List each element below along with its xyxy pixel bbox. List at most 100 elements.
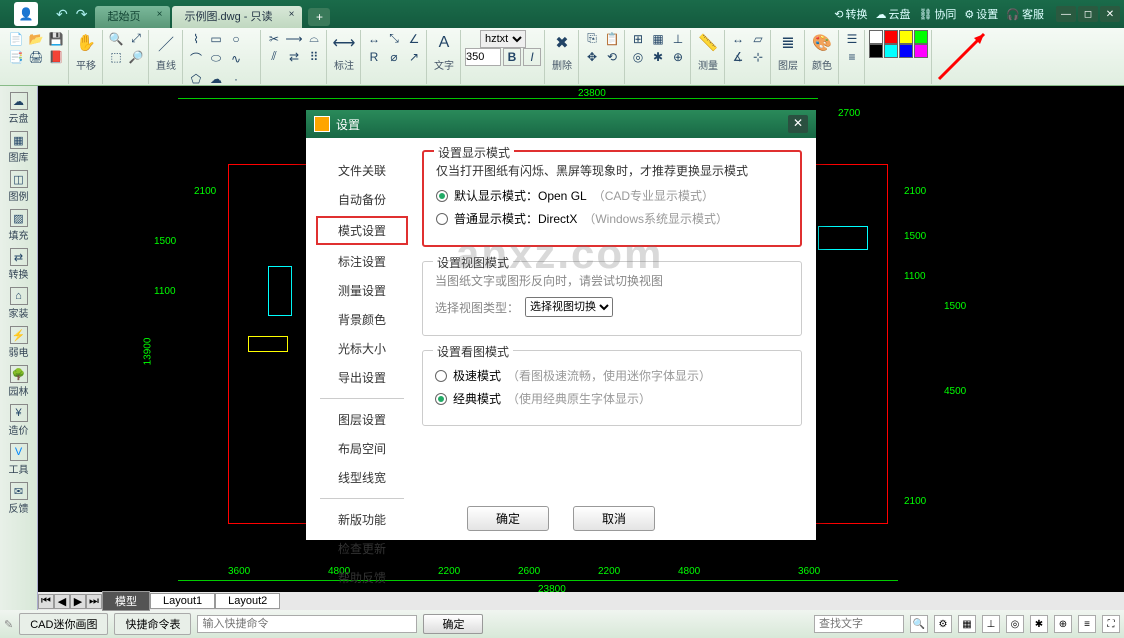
side-elec[interactable]: ⚡弱电 bbox=[2, 324, 36, 361]
nav-cursor[interactable]: 光标大小 bbox=[316, 336, 408, 361]
color-wheel-icon[interactable]: 🎨 bbox=[809, 30, 835, 56]
font-name-select[interactable]: hztxt bbox=[480, 30, 526, 48]
radio-classic[interactable] bbox=[435, 393, 447, 405]
dialog-titlebar[interactable]: 设置 ✕ bbox=[306, 110, 816, 138]
offset-icon[interactable]: ⫽ bbox=[265, 48, 283, 66]
polyline-icon[interactable]: ⌇ bbox=[187, 30, 205, 48]
tab-start[interactable]: 起始页× bbox=[95, 6, 170, 28]
side-tool[interactable]: V工具 bbox=[2, 441, 36, 478]
font-size-input[interactable] bbox=[465, 48, 501, 66]
paste-icon[interactable]: 📋 bbox=[603, 30, 621, 48]
grid-icon[interactable]: ▦ bbox=[958, 615, 976, 633]
grid-icon[interactable]: ▦ bbox=[649, 30, 667, 48]
nav-backup[interactable]: 自动备份 bbox=[316, 187, 408, 212]
save-icon[interactable]: 💾 bbox=[47, 30, 65, 48]
layer-icon[interactable]: ≣ bbox=[775, 30, 801, 56]
zoom-out-icon[interactable]: 🔎 bbox=[127, 48, 145, 66]
nav-linew[interactable]: 线型线宽 bbox=[316, 465, 408, 490]
nav-check[interactable]: 检查更新 bbox=[316, 536, 408, 561]
cancel-button[interactable]: 取消 bbox=[573, 506, 655, 531]
tab-document[interactable]: 示例图.dwg - 只读× bbox=[172, 6, 302, 28]
new-icon[interactable]: 📄 bbox=[7, 30, 25, 48]
tab-model[interactable]: 模型 bbox=[102, 591, 150, 611]
line-icon[interactable]: ／ bbox=[153, 30, 179, 56]
color-swatch[interactable] bbox=[884, 44, 898, 58]
nav-mode[interactable]: 模式设置 bbox=[316, 216, 408, 245]
zoom-window-icon[interactable]: ⬚ bbox=[107, 48, 125, 66]
osnap-icon[interactable]: ◎ bbox=[629, 48, 647, 66]
nav-layer[interactable]: 图层设置 bbox=[316, 407, 408, 432]
nav-annot[interactable]: 标注设置 bbox=[316, 249, 408, 274]
tab-next-icon[interactable]: ▶ bbox=[70, 594, 86, 609]
zoom-fit-icon[interactable]: ⤢ bbox=[127, 30, 145, 48]
link-service[interactable]: 🎧 客服 bbox=[1006, 6, 1044, 22]
polar-icon[interactable]: ✱ bbox=[1030, 615, 1048, 633]
open-icon[interactable]: 📂 bbox=[27, 30, 45, 48]
arc-icon[interactable]: ⌒ bbox=[187, 50, 205, 68]
ok-button[interactable]: 确定 bbox=[423, 614, 483, 634]
redo-icon[interactable]: ↷ bbox=[76, 6, 88, 23]
polygon-icon[interactable]: ⬠ bbox=[187, 70, 205, 88]
color-swatch[interactable] bbox=[914, 30, 928, 44]
nav-newfn[interactable]: 新版功能 bbox=[316, 507, 408, 532]
color-swatch[interactable] bbox=[869, 44, 883, 58]
color-swatch[interactable] bbox=[914, 44, 928, 58]
rotate-icon[interactable]: ⟲ bbox=[603, 48, 621, 66]
link-convert[interactable]: ⟲ 转换 bbox=[834, 6, 867, 22]
point-icon[interactable]: · bbox=[227, 70, 245, 88]
extend-icon[interactable]: ⟶ bbox=[285, 30, 303, 48]
color-swatch[interactable] bbox=[884, 30, 898, 44]
dist-icon[interactable]: ↔ bbox=[729, 30, 747, 48]
command-input[interactable] bbox=[197, 615, 417, 633]
circle-icon[interactable]: ○ bbox=[227, 30, 245, 48]
measure-icon[interactable]: 📏 bbox=[695, 30, 721, 56]
color-swatch[interactable] bbox=[899, 30, 913, 44]
ortho-icon[interactable]: ⊥ bbox=[982, 615, 1000, 633]
side-cloud[interactable]: ☁云盘 bbox=[2, 90, 36, 127]
pdf-icon[interactable]: 📕 bbox=[47, 48, 65, 66]
side-feedback[interactable]: ✉反馈 bbox=[2, 480, 36, 517]
side-convert[interactable]: ⇄转换 bbox=[2, 246, 36, 283]
nav-measure[interactable]: 测量设置 bbox=[316, 278, 408, 303]
view-type-select[interactable]: 选择视图切换 bbox=[525, 297, 613, 317]
nav-layout[interactable]: 布局空间 bbox=[316, 436, 408, 461]
rect-icon[interactable]: ▭ bbox=[207, 30, 225, 48]
color-swatch[interactable] bbox=[899, 44, 913, 58]
nav-file-assoc[interactable]: 文件关联 bbox=[316, 158, 408, 183]
lwt-icon[interactable]: ≡ bbox=[1078, 615, 1096, 633]
side-legend[interactable]: ◫图例 bbox=[2, 168, 36, 205]
link-settings[interactable]: ⚙ 设置 bbox=[964, 6, 998, 22]
snap-icon[interactable]: ◎ bbox=[1006, 615, 1024, 633]
snap-icon[interactable]: ⊞ bbox=[629, 30, 647, 48]
side-library[interactable]: ▦图库 bbox=[2, 129, 36, 166]
linetype-icon[interactable]: ☰ bbox=[843, 30, 861, 48]
dyn-icon[interactable]: ⊕ bbox=[1054, 615, 1072, 633]
fullscreen-icon[interactable]: ⛶ bbox=[1102, 615, 1120, 633]
tab-prev-icon[interactable]: ◀ bbox=[54, 594, 70, 609]
link-cloud[interactable]: ☁ 云盘 bbox=[875, 6, 910, 22]
coord-icon[interactable]: ⊹ bbox=[749, 48, 767, 66]
dim-dia-icon[interactable]: ⌀ bbox=[385, 48, 403, 66]
dim-radius-icon[interactable]: R bbox=[365, 48, 383, 66]
array-icon[interactable]: ⠿ bbox=[305, 48, 323, 66]
color-swatch[interactable] bbox=[869, 30, 883, 44]
dimension-icon[interactable]: ⟷ bbox=[331, 30, 357, 56]
nav-export[interactable]: 导出设置 bbox=[316, 365, 408, 390]
track-icon[interactable]: ⊕ bbox=[669, 48, 687, 66]
quick-cmd-tab[interactable]: 快捷命令表 bbox=[114, 613, 191, 635]
spline-icon[interactable]: ∿ bbox=[227, 50, 245, 68]
radio-fast[interactable] bbox=[435, 370, 447, 382]
pan-icon[interactable]: ✋ bbox=[73, 30, 99, 56]
tab-layout2[interactable]: Layout2 bbox=[215, 593, 280, 609]
bold-button[interactable]: B bbox=[503, 48, 521, 66]
lineweight-icon[interactable]: ≡ bbox=[843, 48, 861, 66]
tab-last-icon[interactable]: ⏭ bbox=[86, 594, 102, 609]
area-icon[interactable]: ▱ bbox=[749, 30, 767, 48]
angle-icon[interactable]: ∡ bbox=[729, 48, 747, 66]
cloud-icon[interactable]: ☁ bbox=[207, 70, 225, 88]
ortho-icon[interactable]: ⊥ bbox=[669, 30, 687, 48]
print-icon[interactable]: 🖨 bbox=[27, 48, 45, 66]
side-fill[interactable]: ▨填充 bbox=[2, 207, 36, 244]
italic-button[interactable]: I bbox=[523, 48, 541, 66]
close-icon[interactable]: × bbox=[157, 9, 163, 20]
